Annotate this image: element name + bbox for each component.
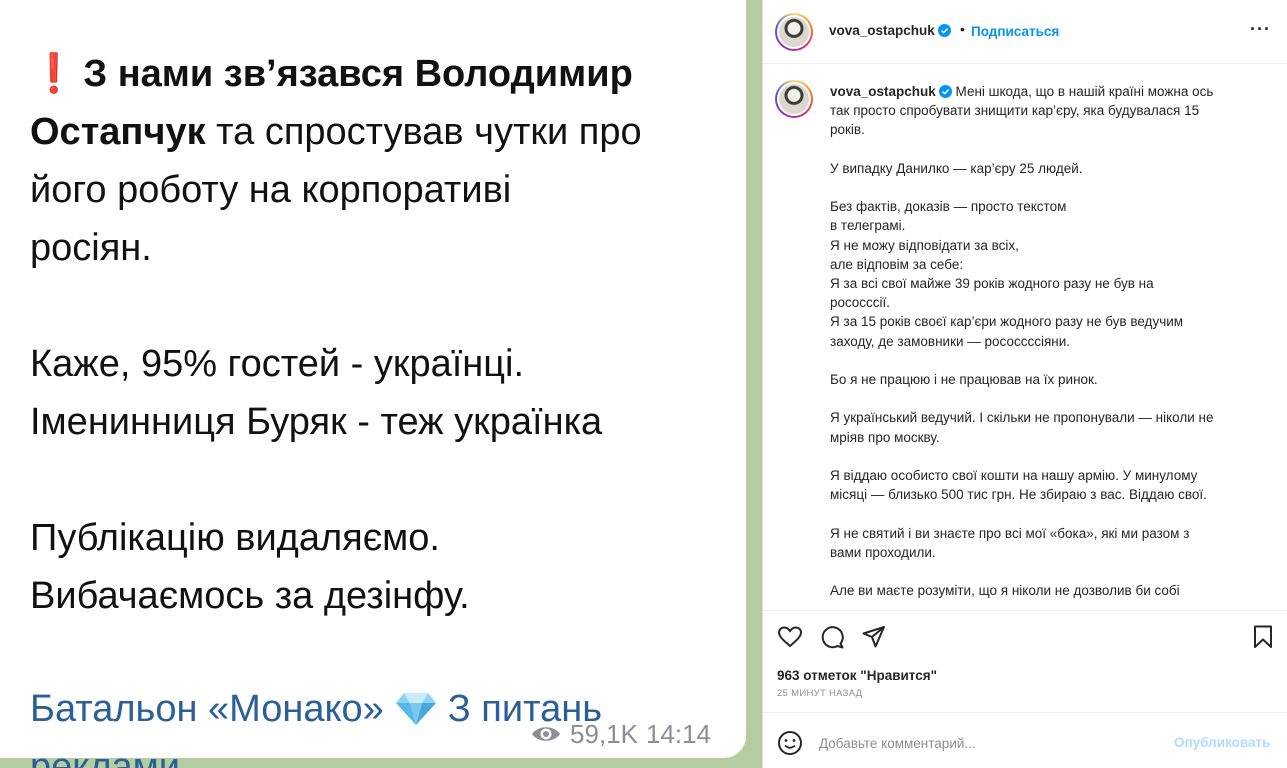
caption-line: У випадку Данилко — кар’єру 25 людей. — [830, 160, 1083, 176]
caption-line: вами проходили. — [830, 544, 936, 560]
comment-icon[interactable] — [819, 624, 845, 650]
message-time: 14:14 — [645, 718, 712, 749]
caption-line — [830, 178, 1250, 197]
caption-line: Я не можу відповідати за всіх, — [830, 237, 1019, 253]
eye-icon — [532, 727, 560, 741]
caption-line: Я не святий і ви знаєте про всі мої «бок… — [830, 525, 1190, 541]
telegram-line-1: ❗ З нами зв’язався Володимир — [30, 45, 730, 103]
telegram-message-text: ❗ З нами зв’язався Володимир Остапчук та … — [30, 45, 730, 768]
telegram-line-2-rest: та спростував чутки про — [205, 111, 642, 153]
caption-line: місяці — близько 500 тис грн. Не збираю … — [830, 487, 1207, 503]
header-separator: • — [960, 21, 965, 37]
telegram-headline: З нами зв’язався Володимир — [83, 53, 633, 95]
caption-line: Без фактів, доказів — просто текстом — [830, 199, 1067, 215]
post-header: vova_ostapchuk • Подписаться ··· — [763, 0, 1287, 64]
telegram-line-4: росіян. — [30, 227, 152, 269]
channel-link[interactable]: Батальон «Монако» — [30, 688, 384, 730]
instagram-post-panel: vova_ostapchuk • Подписаться ··· vova_os… — [763, 0, 1287, 768]
bookmark-icon[interactable] — [1250, 624, 1276, 650]
caption-line — [830, 389, 1250, 408]
verified-icon — [937, 24, 951, 37]
caption-line: в телеграмі. — [830, 218, 906, 234]
caption-line: так просто спробувати знищити кар’єру, я… — [830, 103, 1200, 119]
caption-username[interactable]: vova_ostapchuk — [830, 84, 936, 99]
caption-first-text: Мені шкода, що в нашій країні можна ось — [951, 84, 1214, 99]
heart-icon[interactable] — [777, 624, 803, 650]
telegram-message-meta: 59,1K 14:14 — [530, 718, 711, 750]
exclamation-icon: ❗ — [30, 53, 78, 95]
caption-line — [830, 447, 1250, 466]
avatar[interactable] — [775, 13, 813, 51]
caption-first-line: vova_ostapchuk Мені шкода, що в нашій кр… — [830, 82, 1250, 101]
caption-line: мріяв про москву. — [830, 429, 940, 445]
post-comment-button[interactable]: Опубликовать — [1174, 735, 1270, 750]
telegram-name: Остапчук — [30, 111, 206, 153]
comment-input[interactable] — [819, 733, 1159, 753]
telegram-para3-line2: Вибачаємось за дезінфу. — [30, 575, 470, 617]
header-username-wrap[interactable]: vova_ostapchuk — [829, 23, 951, 38]
telegram-paragraph-1: ❗ З нами зв’язався Володимир Остапчук та … — [30, 45, 730, 277]
more-options-button[interactable]: ··· — [1250, 19, 1271, 40]
caption-line — [830, 140, 1250, 159]
post-caption-area[interactable]: vova_ostapchuk Мені шкода, що в нашій кр… — [763, 65, 1287, 610]
caption-line — [830, 504, 1250, 523]
caption-line: Я за 15 років своєї кар’єри жодного разу… — [830, 314, 1184, 330]
telegram-para3-line1: Публікацію видаляємо. — [30, 517, 440, 559]
caption-line: років. — [830, 122, 865, 138]
avatar-inner — [777, 15, 811, 49]
caption-avatar-image — [779, 84, 809, 114]
telegram-para2-line2: Іменинниця Буряк - теж українка — [30, 401, 603, 443]
caption-text: vova_ostapchuk Мені шкода, що в нашій кр… — [830, 82, 1250, 600]
view-count: 59,1K — [570, 718, 638, 749]
header-username[interactable]: vova_ostapchuk — [829, 23, 935, 38]
diamond-icon — [395, 693, 436, 725]
caption-line: але відповім за себе: — [830, 256, 964, 272]
caption-line: Бо я не працюю і не працював на їх ринок… — [830, 372, 1098, 388]
telegram-paragraph-3: Публікацію видаляємо. Вибачаємось за дез… — [30, 509, 730, 625]
telegram-line-2: Остапчук та спростував чутки про — [30, 103, 730, 161]
caption-line: роcосссії. — [830, 295, 891, 311]
caption-avatar-inner — [777, 82, 811, 116]
emoji-icon[interactable] — [777, 730, 803, 756]
telegram-para2-line1: Каже, 95% гостей - українці. — [30, 343, 525, 385]
comment-divider — [763, 712, 1287, 713]
verified-icon — [938, 85, 952, 98]
caption-line — [830, 562, 1250, 581]
caption-avatar[interactable] — [775, 80, 813, 118]
telegram-paragraph-2: Каже, 95% гостей - українці. Іменинниця … — [30, 335, 730, 451]
likes-count[interactable]: 963 отметок "Нравится" — [777, 668, 937, 683]
send-icon[interactable] — [861, 624, 887, 650]
caption-line: Але ви маєте розуміти, що я ніколи не до… — [830, 583, 1180, 599]
caption-line: Я за всі свої майже 39 років жодного раз… — [830, 276, 1154, 292]
follow-button[interactable]: Подписаться — [971, 24, 1059, 39]
caption-line — [830, 351, 1250, 370]
post-timestamp[interactable]: 25 минут назад — [777, 688, 862, 699]
caption-line: Я віддаю особисто свої кошти на нашу арм… — [830, 468, 1198, 484]
caption-line: Я український ведучий. І скільки не проп… — [830, 410, 1214, 426]
telegram-line-3: його роботу на корпоративі — [30, 169, 512, 211]
actions-divider — [763, 610, 1287, 611]
caption-line: заходу, де замовники — рососсссіяни. — [830, 333, 1071, 349]
avatar-image — [779, 17, 809, 47]
